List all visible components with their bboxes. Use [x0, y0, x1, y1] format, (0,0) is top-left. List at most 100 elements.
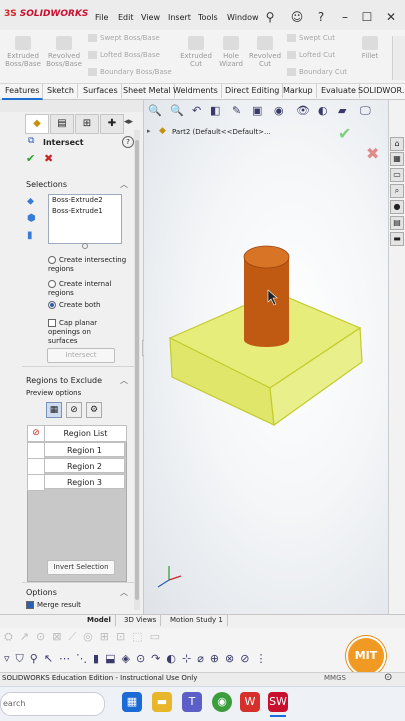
- checkbox-cap-planar[interactable]: [48, 319, 56, 327]
- appearances-icon[interactable]: ●: [390, 200, 404, 214]
- preview-excluded-button[interactable]: ⊘: [66, 402, 82, 418]
- swept-boss-button[interactable]: Swept Boss/Base: [88, 34, 160, 42]
- menu-file[interactable]: File: [95, 13, 108, 22]
- tab-model[interactable]: Model: [83, 615, 116, 626]
- teams-app-icon[interactable]: T: [182, 692, 202, 712]
- custom-properties-icon[interactable]: ▤: [390, 216, 404, 230]
- tab-3d-views[interactable]: 3D Views: [120, 615, 162, 626]
- collapse-selections-icon[interactable]: ︿: [120, 179, 128, 190]
- scrollbar-thumb[interactable]: [135, 140, 139, 600]
- checkbox-merge-result[interactable]: [26, 601, 34, 609]
- option-both[interactable]: Create both: [48, 301, 128, 310]
- taskbar-app-icon[interactable]: ▦: [122, 692, 142, 712]
- option-internal[interactable]: Create internal regions: [48, 280, 128, 298]
- axis-z-line: [157, 579, 170, 588]
- file-explorer-icon[interactable]: ▭: [390, 168, 404, 182]
- selection-filter-row[interactable]: ▿⛉⚲↖⋯⋱▮⬓◈⊙↷◐⊹⌀⊕⊗⊘⋮: [4, 652, 272, 666]
- tab-markup[interactable]: Markup: [280, 84, 317, 98]
- tab-solidworks-addins[interactable]: SOLIDWOR...: [355, 84, 405, 98]
- tab-surfaces[interactable]: Surfaces: [80, 84, 122, 98]
- chrome-app-icon[interactable]: ◉: [212, 692, 232, 712]
- lofted-boss-button[interactable]: Lofted Boss/Base: [88, 51, 160, 59]
- help-icon[interactable]: ?: [314, 10, 328, 24]
- menu-edit[interactable]: Edit: [118, 13, 134, 22]
- boundary-boss-button[interactable]: Boundary Boss/Base: [88, 68, 172, 76]
- solidworks-app-icon[interactable]: SW: [268, 692, 288, 712]
- tab-sheet-metal[interactable]: Sheet Metal: [120, 84, 175, 98]
- lofted-cut-button[interactable]: Lofted Cut: [287, 51, 335, 59]
- swept-cut-button[interactable]: Swept Cut: [287, 34, 335, 42]
- list-icon: ▤: [57, 118, 67, 129]
- region-1-checkbox[interactable]: [27, 442, 45, 459]
- selection-item[interactable]: Boss-Extrude1: [52, 207, 103, 215]
- menu-tools[interactable]: Tools: [198, 13, 218, 22]
- boundary-cut-button[interactable]: Boundary Cut: [287, 68, 347, 76]
- radio-both[interactable]: [48, 301, 56, 309]
- file-explorer-app-icon[interactable]: ▬: [152, 692, 172, 712]
- tab-sketch[interactable]: Sketch: [44, 84, 78, 98]
- more-commands[interactable]: [392, 36, 405, 80]
- radio-intersecting[interactable]: [48, 256, 56, 264]
- tabs-scroll-arrows[interactable]: ◂▸: [124, 117, 133, 127]
- feature-tree-icon: ◆: [33, 118, 41, 129]
- listbox-resize-handle[interactable]: [82, 243, 88, 249]
- menu-window[interactable]: Window: [227, 13, 259, 22]
- no-preview-icon: ⊘: [70, 405, 78, 415]
- preview-all-button[interactable]: ⚙: [86, 402, 102, 418]
- collapse-regions-icon[interactable]: ︿: [120, 375, 128, 386]
- tab-evaluate[interactable]: Evaluate: [318, 84, 360, 98]
- solidworks-resources-icon[interactable]: ⌂: [390, 137, 404, 151]
- radio-internal[interactable]: [48, 280, 56, 288]
- status-units[interactable]: MMGS: [324, 674, 346, 682]
- intersect-button[interactable]: Intersect: [47, 348, 115, 363]
- configuration-manager-tab[interactable]: ⊞: [75, 114, 99, 134]
- model-view[interactable]: [144, 100, 388, 614]
- exclude-all-icon[interactable]: ⊘: [27, 425, 45, 442]
- design-library-icon[interactable]: ▦: [390, 152, 404, 166]
- extruded-boss-button[interactable]: Extruded Boss/Base: [3, 36, 43, 68]
- tab-direct-editing[interactable]: Direct Editing: [222, 84, 284, 98]
- taskbar-search[interactable]: earch: [0, 692, 105, 716]
- option-merge-result[interactable]: Merge result: [26, 601, 81, 609]
- preview-shaded-button[interactable]: ▦: [46, 402, 62, 418]
- option-intersecting[interactable]: Create intersecting regions: [48, 256, 128, 274]
- menu-view[interactable]: View: [141, 13, 160, 22]
- cylinder-top-face[interactable]: [243, 245, 290, 269]
- invert-selection-button[interactable]: Invert Selection: [47, 560, 115, 575]
- region-2-checkbox[interactable]: [27, 458, 45, 475]
- status-options-icon[interactable]: ⊙: [384, 672, 392, 683]
- region-3-checkbox[interactable]: [27, 474, 45, 491]
- region-list-header: Region List: [44, 425, 127, 442]
- tab-weldments[interactable]: Weldments: [170, 84, 222, 98]
- user-icon[interactable]: ☺: [290, 10, 304, 24]
- forum-icon[interactable]: ▬: [390, 232, 404, 246]
- close-icon[interactable]: ✕: [384, 10, 398, 24]
- property-manager-tab[interactable]: ▤: [50, 114, 74, 134]
- help-button[interactable]: ?: [122, 136, 134, 148]
- option-cap-planar[interactable]: Cap planar openings on surfaces: [48, 319, 118, 346]
- collapse-options-icon[interactable]: ︿: [120, 587, 128, 598]
- tab-motion-study[interactable]: Motion Study 1: [166, 615, 228, 626]
- revolved-cut-button[interactable]: Revolved Cut: [247, 36, 283, 68]
- fillet-button[interactable]: Fillet: [356, 36, 384, 60]
- pin-icon[interactable]: ⚲: [263, 10, 277, 24]
- intersect-icon: ⧉: [28, 136, 35, 146]
- region-row[interactable]: Region 1: [44, 442, 125, 457]
- region-row[interactable]: Region 2: [44, 458, 125, 473]
- hole-wizard-button[interactable]: Hole Wizard: [216, 36, 246, 68]
- selection-item[interactable]: Boss-Extrude2: [52, 196, 103, 204]
- office-app-icon[interactable]: W: [240, 692, 260, 712]
- menu-insert[interactable]: Insert: [168, 13, 191, 22]
- search-icon[interactable]: ⌕: [390, 184, 404, 198]
- solidworks-logo[interactable]: 3S SOLIDWORKS: [4, 9, 88, 19]
- maximize-icon[interactable]: ☐: [360, 10, 374, 24]
- ok-button[interactable]: ✔: [26, 152, 35, 165]
- dimxpert-tab[interactable]: ✚: [100, 114, 124, 134]
- extruded-cut-button[interactable]: Extruded Cut: [178, 36, 214, 68]
- revolved-boss-button[interactable]: Revolved Boss/Base: [44, 36, 84, 68]
- feature-manager-tab[interactable]: ◆: [25, 114, 49, 134]
- minimize-icon[interactable]: –: [338, 10, 352, 24]
- tab-features[interactable]: Features: [2, 84, 44, 100]
- region-row[interactable]: Region 3: [44, 474, 125, 489]
- cancel-button[interactable]: ✖: [44, 152, 53, 165]
